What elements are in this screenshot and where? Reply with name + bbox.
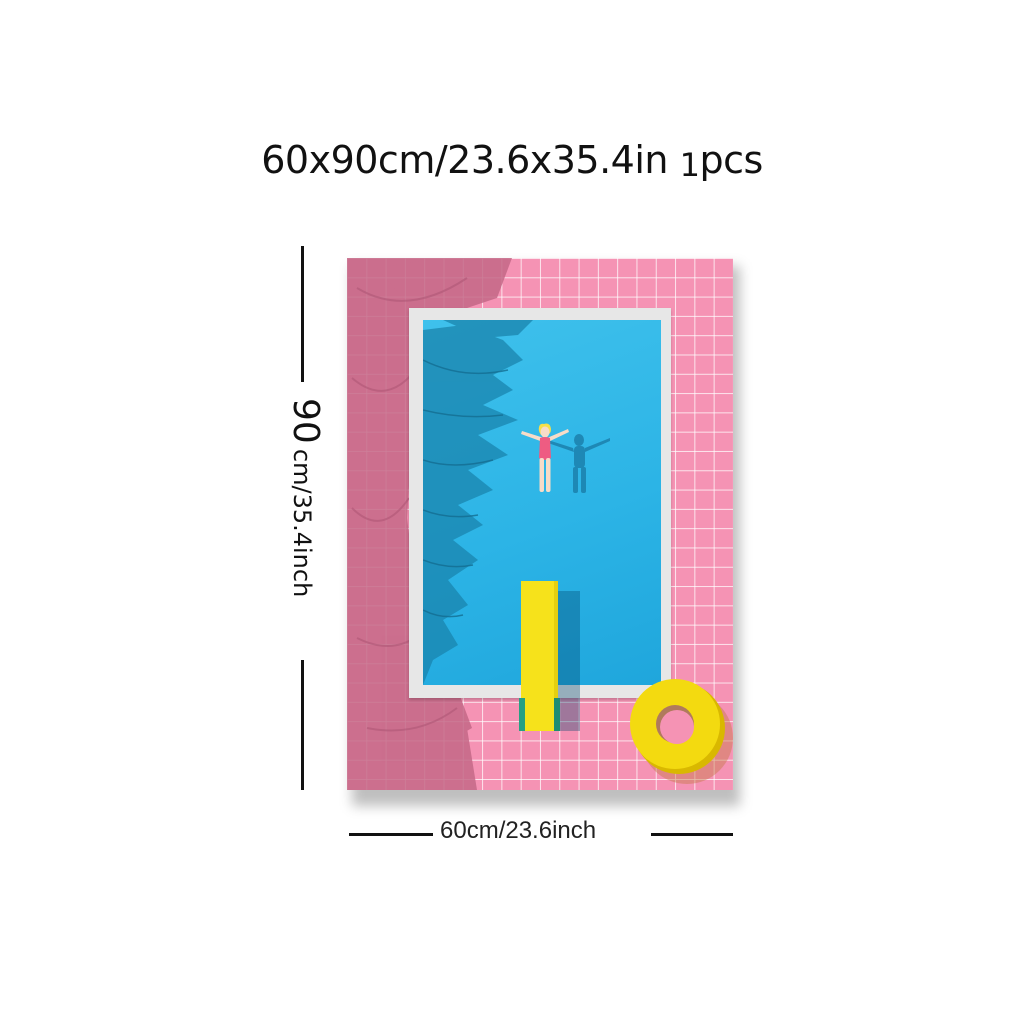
quantity-number: 1 — [679, 146, 700, 184]
height-number: 90 — [285, 398, 326, 444]
diving-board-base-right — [554, 698, 560, 731]
quantity-unit: pcs — [699, 138, 763, 182]
width-line-right — [651, 833, 733, 836]
diving-board-base-left — [519, 698, 525, 731]
width-label: 60cm/23.6inch — [440, 817, 597, 844]
product-image: 60x90cm/23.6x35.4in 1pcs 90 cm/35.4inch … — [0, 0, 1024, 1024]
size-text: 60x90cm/23.6x35.4in — [261, 138, 668, 182]
height-unit: cm/35.4inch — [288, 448, 316, 598]
diving-board — [521, 581, 558, 731]
height-line-top — [301, 246, 304, 382]
diving-board-shadow — [558, 591, 580, 731]
size-title: 60x90cm/23.6x35.4in 1pcs — [0, 138, 1024, 184]
height-label: 90 cm/35.4inch — [285, 398, 326, 597]
width-line-left — [349, 833, 433, 836]
swim-ring — [630, 679, 733, 784]
canvas-print — [347, 258, 733, 790]
height-line-bottom — [301, 660, 304, 790]
swimmer — [521, 423, 569, 492]
